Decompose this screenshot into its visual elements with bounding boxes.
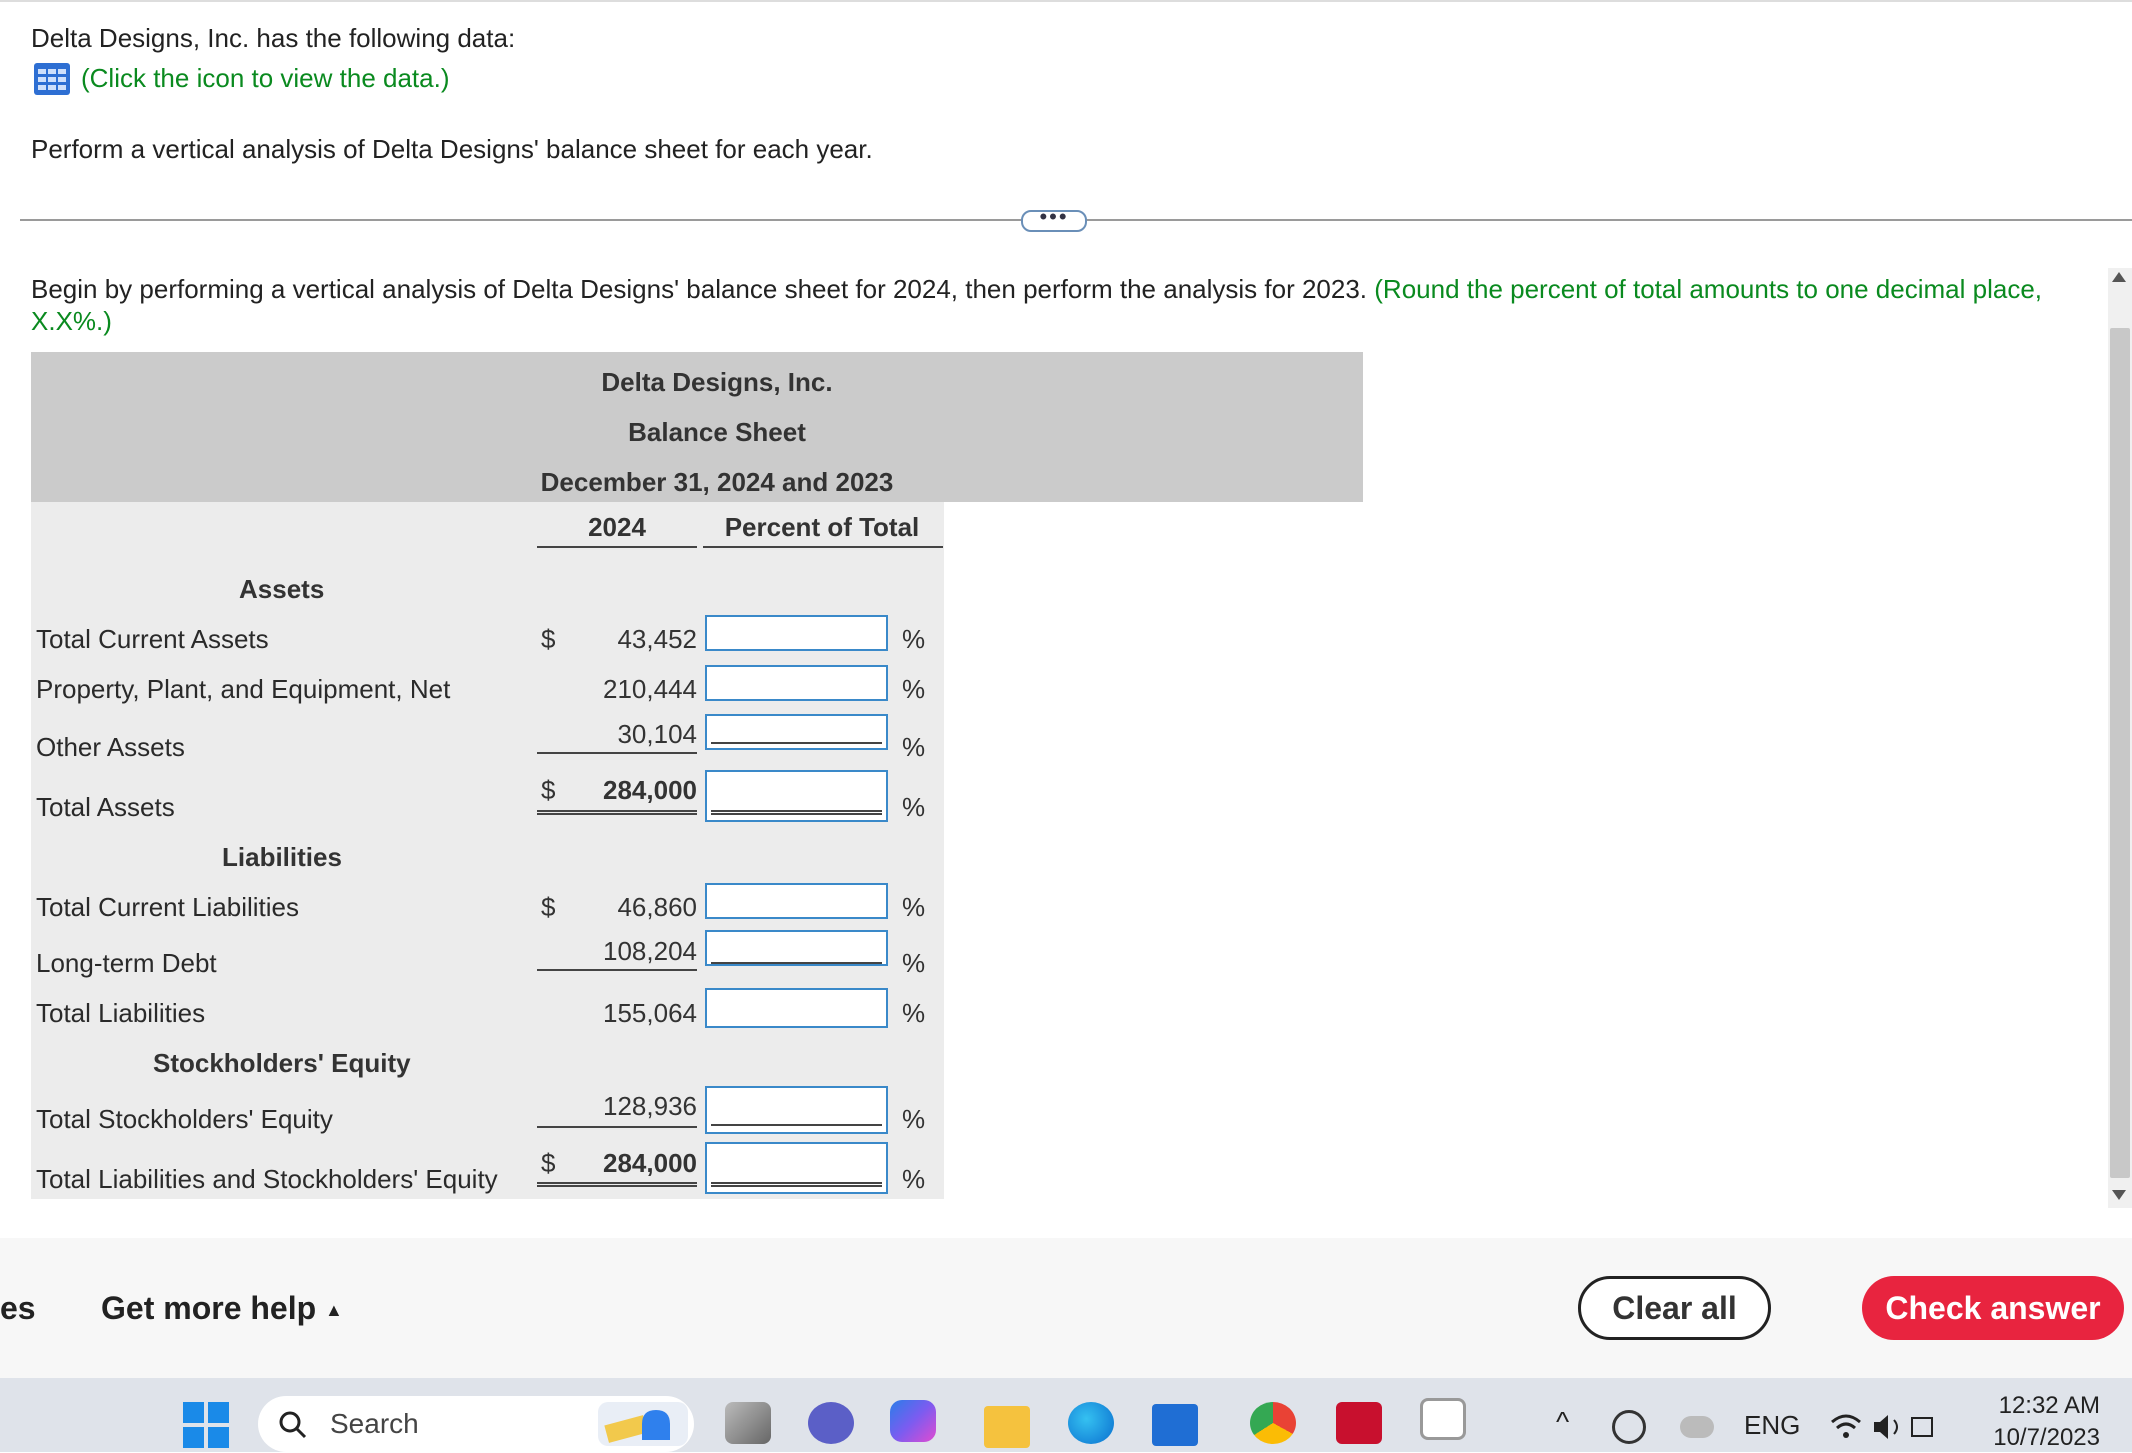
intro-text: Delta Designs, Inc. has the following da… <box>31 23 516 53</box>
subtotal-underline <box>537 1126 697 1128</box>
onedrive-icon[interactable] <box>1680 1416 1714 1438</box>
percent-sign: % <box>902 1104 926 1134</box>
column-header-2024: 2024 <box>588 512 646 542</box>
footer-partial-text: es <box>0 1290 36 1326</box>
scroll-down-arrow-icon[interactable] <box>2112 1190 2126 1200</box>
row-label: Total Liabilities and Stockholders' Equi… <box>36 1164 498 1194</box>
get-more-help-label: Get more help <box>101 1290 317 1326</box>
percent-sign: % <box>902 624 926 654</box>
subtotal-underline <box>537 752 697 754</box>
teams-icon[interactable] <box>808 1402 854 1444</box>
search-placeholder: Search <box>330 1408 419 1439</box>
clear-all-button[interactable]: Clear all <box>1578 1276 1771 1340</box>
total-double-underline <box>537 1182 697 1187</box>
amount: 210,444 <box>603 674 697 704</box>
input-double-underline <box>711 1182 882 1187</box>
task-view-icon[interactable] <box>725 1402 771 1444</box>
row-label: Total Current Assets <box>36 624 269 654</box>
search-highlight-icon <box>598 1402 688 1446</box>
search-icon <box>279 1411 307 1439</box>
amount: 43,452 <box>617 624 697 654</box>
percent-sign: % <box>902 998 926 1028</box>
scroll-up-arrow-icon[interactable] <box>2112 272 2126 282</box>
show-hidden-icons-chevron-icon[interactable]: ^ <box>1556 1406 1569 1438</box>
section-equity: Stockholders' Equity <box>153 1048 411 1078</box>
total-double-underline <box>537 810 697 815</box>
rounding-hint-cont: X.X%.) <box>31 306 112 336</box>
clock-time[interactable]: 12:32 AM <box>1990 1392 2100 1420</box>
instruction-text: Begin by performing a vertical analysis … <box>31 274 2042 305</box>
task-text: Perform a vertical analysis of Delta Des… <box>31 134 873 164</box>
input-underline <box>711 962 882 964</box>
amount-total: 284,000 <box>603 1148 697 1178</box>
rounding-hint: (Round the percent of total amounts to o… <box>1374 274 2043 304</box>
header-underline <box>703 546 943 548</box>
percent-input[interactable] <box>705 615 888 651</box>
amount: 108,204 <box>603 936 697 966</box>
row-label: Total Current Liabilities <box>36 892 300 922</box>
percent-input[interactable] <box>705 714 888 750</box>
row-label: Property, Plant, and Equipment, Net <box>36 674 451 704</box>
percent-sign: % <box>902 792 926 822</box>
sync-icon[interactable] <box>1612 1410 1646 1444</box>
percent-input[interactable] <box>705 770 888 822</box>
row-label: Total Stockholders' Equity <box>36 1104 333 1134</box>
row-label: Other Assets <box>36 732 185 762</box>
percent-input[interactable] <box>705 665 888 701</box>
percent-input[interactable] <box>705 1142 888 1194</box>
windows-start-icon[interactable] <box>183 1402 229 1448</box>
expand-dots-button[interactable]: ••• <box>1021 206 1087 232</box>
view-data-link[interactable]: (Click the icon to view the data.) <box>81 63 450 94</box>
percent-sign: % <box>902 1164 926 1194</box>
instruction-main: Begin by performing a vertical analysis … <box>31 274 1368 304</box>
clock-date[interactable]: 10/7/2023 <box>1980 1424 2100 1452</box>
percent-input[interactable] <box>705 1086 888 1134</box>
get-more-help-button[interactable]: Get more help ▲ <box>101 1290 343 1327</box>
percent-sign: % <box>902 892 926 922</box>
row-label: Total Liabilities <box>36 998 206 1028</box>
top-border <box>0 0 2132 2</box>
input-underline <box>711 742 882 744</box>
amount: 155,064 <box>603 998 697 1028</box>
data-table-icon[interactable] <box>33 62 71 96</box>
caret-up-icon: ▲ <box>325 1300 343 1321</box>
chrome-icon[interactable] <box>1250 1402 1296 1444</box>
percent-sign: % <box>902 732 926 762</box>
amount: 128,936 <box>603 1091 697 1121</box>
amount: 30,104 <box>617 719 697 749</box>
company-name: Delta Designs, Inc. <box>601 367 833 397</box>
taskbar-search-box[interactable]: Search <box>258 1396 694 1452</box>
check-answer-button[interactable]: Check answer <box>1862 1276 2124 1340</box>
section-liabilities: Liabilities <box>222 842 342 872</box>
amount-total: 284,000 <box>603 775 697 805</box>
mcafee-icon[interactable] <box>1336 1402 1382 1444</box>
file-explorer-icon[interactable] <box>984 1406 1030 1448</box>
snipping-tool-icon[interactable] <box>1420 1398 1466 1440</box>
mail-icon[interactable] <box>1152 1404 1198 1446</box>
percent-input[interactable] <box>705 930 888 966</box>
input-underline <box>711 1124 882 1126</box>
column-header-percent: Percent of Total <box>724 512 920 542</box>
row-label: Total Assets <box>36 792 175 822</box>
network-volume-battery-icon[interactable] <box>1828 1410 1938 1444</box>
section-assets: Assets <box>239 574 325 604</box>
percent-sign: % <box>902 948 926 978</box>
language-indicator[interactable]: ENG <box>1744 1410 1800 1441</box>
percent-sign: % <box>902 674 926 704</box>
scrollbar-thumb[interactable] <box>2110 328 2130 1178</box>
amount: 46,860 <box>617 892 697 922</box>
statement-date: December 31, 2024 and 2023 <box>540 467 894 497</box>
statement-title: Balance Sheet <box>628 417 806 447</box>
percent-input[interactable] <box>705 988 888 1028</box>
subtotal-underline <box>537 969 697 971</box>
percent-input[interactable] <box>705 883 888 919</box>
row-label: Long-term Debt <box>36 948 217 978</box>
edge-icon[interactable] <box>1068 1402 1114 1444</box>
copilot-icon[interactable] <box>890 1400 936 1442</box>
input-double-underline <box>711 810 882 815</box>
header-underline <box>537 546 697 548</box>
